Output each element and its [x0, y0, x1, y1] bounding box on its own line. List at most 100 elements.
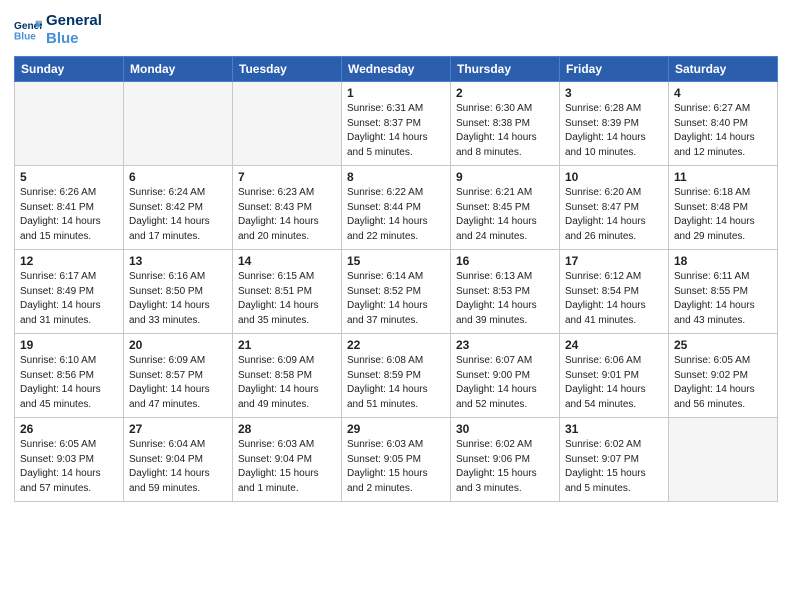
logo-text: General	[46, 12, 102, 30]
day-number: 19	[20, 338, 118, 352]
logo-icon: General Blue	[14, 19, 42, 41]
calendar-cell: 4Sunrise: 6:27 AM Sunset: 8:40 PM Daylig…	[669, 82, 778, 166]
calendar-cell: 18 Sunrise: 6:11 AM Sunset: 8:55 PM Dayli…	[669, 250, 778, 334]
day-number: 11	[674, 170, 772, 184]
day-number: 30	[456, 422, 554, 436]
calendar-cell: 14 Sunrise: 6:15 AM Sunset: 8:51 PM Dayli…	[233, 250, 342, 334]
calendar-cell: 20 Sunrise: 6:09 AM Sunset: 8:57 PM Dayli…	[124, 334, 233, 418]
cell-text: Sunrise: 6:12 AM Sunset: 8:54 PM Dayligh…	[565, 270, 663, 328]
day-number: 31	[565, 422, 663, 436]
cell-text: Sunrise: 6:02 AM Sunset: 9:07 PM Dayligh…	[565, 438, 663, 496]
cell-text: Sunrise: 6:26 AM Sunset: 8:41 PM Dayligh…	[20, 186, 118, 244]
cell-text: Sunrise: 6:08 AM Sunset: 8:59 PM Dayligh…	[347, 354, 445, 412]
day-number: 13	[129, 254, 227, 268]
calendar-cell: 1 Sunrise: 6:31 AM Sunset: 8:37 PM Daylig…	[342, 82, 451, 166]
cell-text: Sunrise: 6:13 AM Sunset: 8:53 PM Dayligh…	[456, 270, 554, 328]
day-number: 1	[347, 86, 445, 100]
cell-text: Sunrise: 6:16 AM Sunset: 8:50 PM Dayligh…	[129, 270, 227, 328]
day-number: 7	[238, 170, 336, 184]
calendar-cell: 3 Sunrise: 6:28 AM Sunset: 8:39 PM Daylig…	[560, 82, 669, 166]
calendar-table: SundayMondayTuesdayWednesdayThursdayFrid…	[14, 56, 778, 502]
cell-text: Sunrise: 6:18 AM Sunset: 8:48 PM Dayligh…	[674, 186, 772, 244]
weekday-header-cell: Saturday	[669, 57, 778, 82]
header-row: General Blue General Blue	[14, 12, 778, 48]
day-number: 12	[20, 254, 118, 268]
calendar-body: 1 Sunrise: 6:31 AM Sunset: 8:37 PM Daylig…	[15, 82, 778, 502]
calendar-cell	[233, 82, 342, 166]
day-number: 3	[565, 86, 663, 100]
day-number: 26	[20, 422, 118, 436]
cell-text: Sunrise: 6:06 AM Sunset: 9:01 PM Dayligh…	[565, 354, 663, 412]
day-number: 27	[129, 422, 227, 436]
cell-text: Sunrise: 6:31 AM Sunset: 8:37 PM Dayligh…	[347, 102, 445, 160]
cell-text: Sunrise: 6:09 AM Sunset: 8:57 PM Dayligh…	[129, 354, 227, 412]
calendar-cell: 23Sunrise: 6:07 AM Sunset: 9:00 PM Dayli…	[451, 334, 560, 418]
calendar-cell: 17 Sunrise: 6:12 AM Sunset: 8:54 PM Dayli…	[560, 250, 669, 334]
calendar-cell: 8 Sunrise: 6:22 AM Sunset: 8:44 PM Daylig…	[342, 166, 451, 250]
cell-text: Sunrise: 6:04 AM Sunset: 9:04 PM Dayligh…	[129, 438, 227, 496]
day-number: 14	[238, 254, 336, 268]
calendar-cell: 31 Sunrise: 6:02 AM Sunset: 9:07 PM Dayli…	[560, 418, 669, 502]
calendar-cell: 26 Sunrise: 6:05 AM Sunset: 9:03 PM Dayli…	[15, 418, 124, 502]
cell-text: Sunrise: 6:20 AM Sunset: 8:47 PM Dayligh…	[565, 186, 663, 244]
day-number: 21	[238, 338, 336, 352]
weekday-header-cell: Tuesday	[233, 57, 342, 82]
cell-text: Sunrise: 6:23 AM Sunset: 8:43 PM Dayligh…	[238, 186, 336, 244]
calendar-cell: 10 Sunrise: 6:20 AM Sunset: 8:47 PM Dayli…	[560, 166, 669, 250]
day-number: 20	[129, 338, 227, 352]
calendar-cell: 16 Sunrise: 6:13 AM Sunset: 8:53 PM Dayli…	[451, 250, 560, 334]
calendar-cell	[669, 418, 778, 502]
cell-text: Sunrise: 6:09 AM Sunset: 8:58 PM Dayligh…	[238, 354, 336, 412]
logo: General Blue General Blue	[14, 12, 102, 48]
cell-text: Sunrise: 6:03 AM Sunset: 9:05 PM Dayligh…	[347, 438, 445, 496]
day-number: 16	[456, 254, 554, 268]
day-number: 4	[674, 86, 772, 100]
cell-text: Sunrise: 6:24 AM Sunset: 8:42 PM Dayligh…	[129, 186, 227, 244]
cell-text: Sunrise: 6:28 AM Sunset: 8:39 PM Dayligh…	[565, 102, 663, 160]
day-number: 28	[238, 422, 336, 436]
day-number: 10	[565, 170, 663, 184]
calendar-cell: 30Sunrise: 6:02 AM Sunset: 9:06 PM Dayli…	[451, 418, 560, 502]
day-number: 18	[674, 254, 772, 268]
calendar-cell: 24 Sunrise: 6:06 AM Sunset: 9:01 PM Dayli…	[560, 334, 669, 418]
cell-text: Sunrise: 6:14 AM Sunset: 8:52 PM Dayligh…	[347, 270, 445, 328]
calendar-week-row: 5 Sunrise: 6:26 AM Sunset: 8:41 PM Daylig…	[15, 166, 778, 250]
calendar-cell: 12 Sunrise: 6:17 AM Sunset: 8:49 PM Dayli…	[15, 250, 124, 334]
calendar-cell: 13 Sunrise: 6:16 AM Sunset: 8:50 PM Dayli…	[124, 250, 233, 334]
day-number: 8	[347, 170, 445, 184]
day-number: 5	[20, 170, 118, 184]
weekday-header-cell: Sunday	[15, 57, 124, 82]
weekday-header-cell: Thursday	[451, 57, 560, 82]
cell-text: Sunrise: 6:10 AM Sunset: 8:56 PM Dayligh…	[20, 354, 118, 412]
calendar-cell: 21 Sunrise: 6:09 AM Sunset: 8:58 PM Dayli…	[233, 334, 342, 418]
calendar-cell: 27 Sunrise: 6:04 AM Sunset: 9:04 PM Dayli…	[124, 418, 233, 502]
day-number: 24	[565, 338, 663, 352]
calendar-week-row: 1 Sunrise: 6:31 AM Sunset: 8:37 PM Daylig…	[15, 82, 778, 166]
day-number: 25	[674, 338, 772, 352]
cell-text: Sunrise: 6:22 AM Sunset: 8:44 PM Dayligh…	[347, 186, 445, 244]
calendar-cell: 25 Sunrise: 6:05 AM Sunset: 9:02 PM Dayli…	[669, 334, 778, 418]
calendar-cell	[124, 82, 233, 166]
calendar-cell	[15, 82, 124, 166]
weekday-header: SundayMondayTuesdayWednesdayThursdayFrid…	[15, 57, 778, 82]
weekday-header-cell: Wednesday	[342, 57, 451, 82]
cell-text: Sunrise: 6:11 AM Sunset: 8:55 PM Dayligh…	[674, 270, 772, 328]
calendar-cell: 22 Sunrise: 6:08 AM Sunset: 8:59 PM Dayli…	[342, 334, 451, 418]
day-number: 6	[129, 170, 227, 184]
calendar-cell: 11 Sunrise: 6:18 AM Sunset: 8:48 PM Dayli…	[669, 166, 778, 250]
cell-text: Sunrise: 6:30 AM Sunset: 8:38 PM Dayligh…	[456, 102, 554, 160]
cell-text: Sunrise: 6:21 AM Sunset: 8:45 PM Dayligh…	[456, 186, 554, 244]
calendar-cell: 29Sunrise: 6:03 AM Sunset: 9:05 PM Dayli…	[342, 418, 451, 502]
cell-text: Sunrise: 6:05 AM Sunset: 9:02 PM Dayligh…	[674, 354, 772, 412]
calendar-cell: 28Sunrise: 6:03 AM Sunset: 9:04 PM Dayli…	[233, 418, 342, 502]
calendar-week-row: 19 Sunrise: 6:10 AM Sunset: 8:56 PM Dayli…	[15, 334, 778, 418]
cell-text: Sunrise: 6:05 AM Sunset: 9:03 PM Dayligh…	[20, 438, 118, 496]
weekday-header-cell: Monday	[124, 57, 233, 82]
cell-text: Sunrise: 6:07 AM Sunset: 9:00 PM Dayligh…	[456, 354, 554, 412]
calendar-container: General Blue General Blue SundayMondayTu…	[0, 0, 792, 512]
day-number: 22	[347, 338, 445, 352]
day-number: 17	[565, 254, 663, 268]
cell-text: Sunrise: 6:17 AM Sunset: 8:49 PM Dayligh…	[20, 270, 118, 328]
calendar-cell: 6 Sunrise: 6:24 AM Sunset: 8:42 PM Daylig…	[124, 166, 233, 250]
cell-text: Sunrise: 6:15 AM Sunset: 8:51 PM Dayligh…	[238, 270, 336, 328]
